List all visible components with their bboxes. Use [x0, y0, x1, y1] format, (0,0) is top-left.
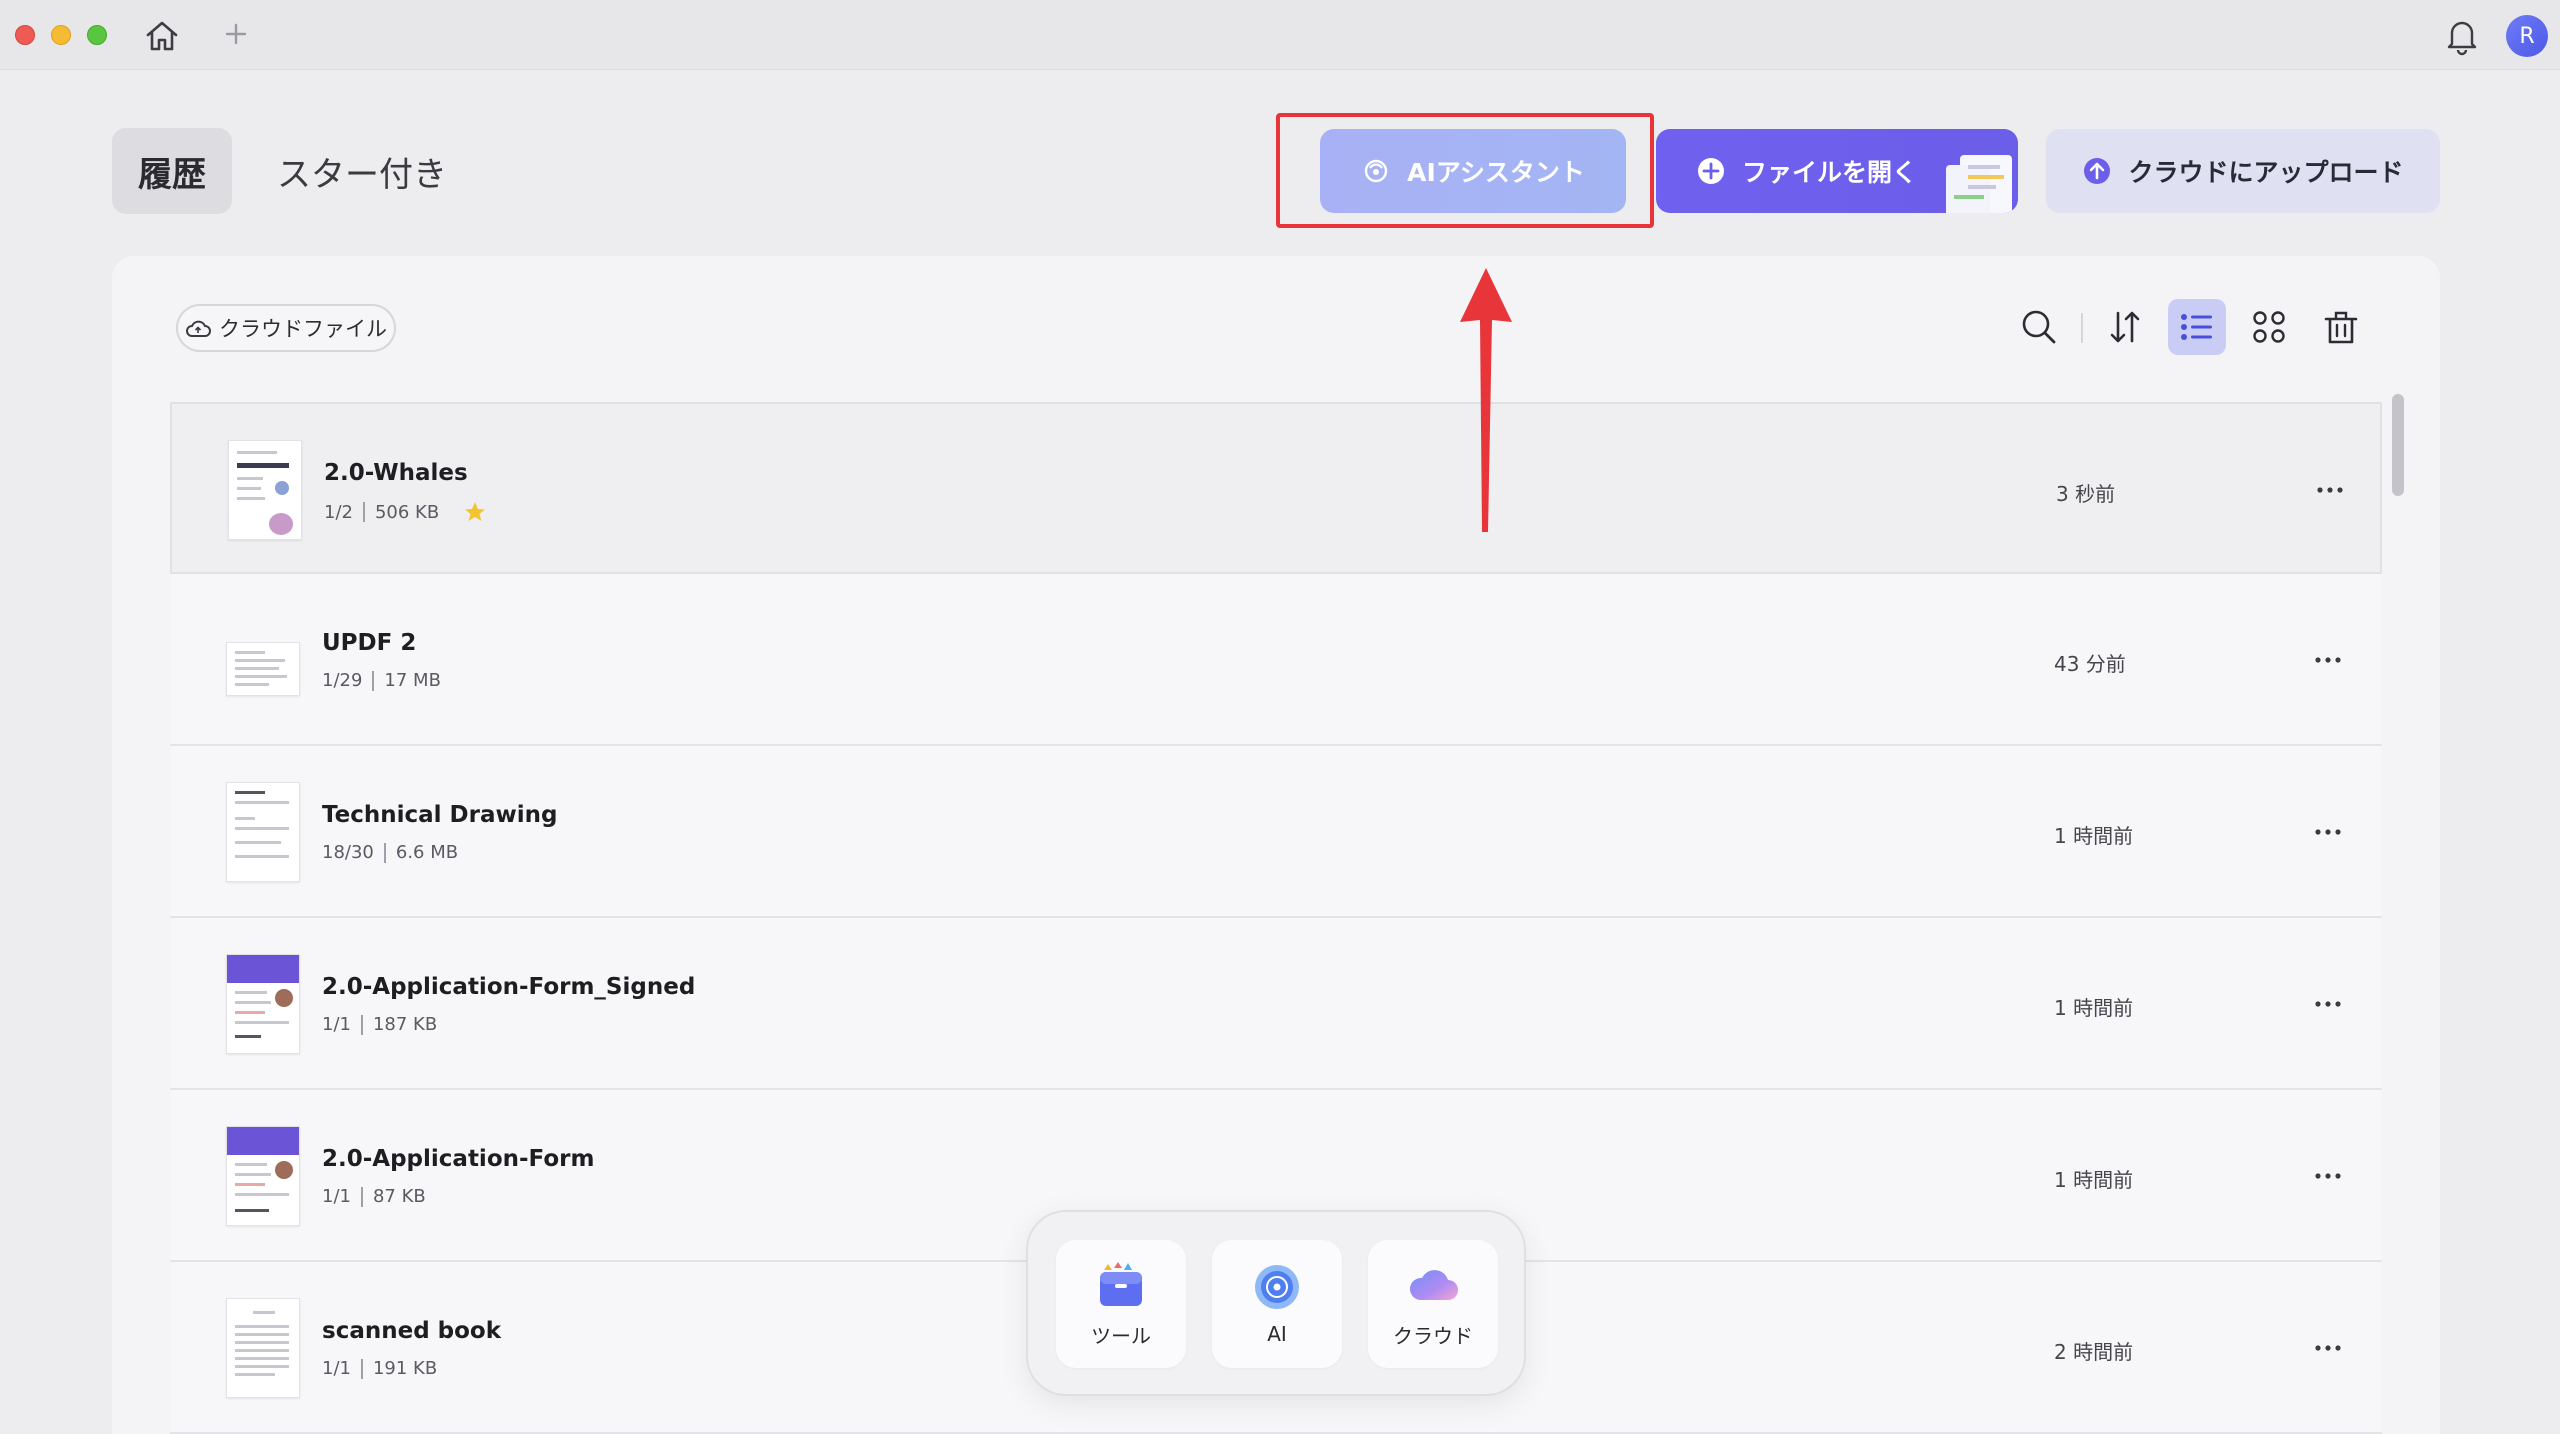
- toolbox-icon: [1100, 1261, 1142, 1306]
- documents-illustration-icon: [1946, 155, 2012, 213]
- file-modified-time: 1 時間前: [2054, 824, 2134, 848]
- file-thumbnail: [226, 1298, 300, 1398]
- upload-to-cloud-button[interactable]: クラウドにアップロード: [2046, 129, 2440, 213]
- file-pages: 1/1: [322, 1014, 351, 1035]
- meta-separator: [372, 670, 375, 691]
- file-size: 187 KB: [372, 1014, 438, 1035]
- close-window-button[interactable]: [15, 25, 35, 45]
- bell-icon[interactable]: [2444, 16, 2480, 56]
- tab-history[interactable]: 履歴: [112, 128, 232, 214]
- upload-arrow-icon: [2084, 158, 2111, 184]
- home-icon[interactable]: [142, 16, 182, 56]
- file-row[interactable]: Technical Drawing 18/30 6.6 MB 1 時間前: [170, 746, 2382, 918]
- file-pages: 1/1: [322, 1186, 351, 1207]
- file-modified-time: 3 秒前: [2056, 482, 2116, 506]
- file-name: 2.0-Application-Form_Signed: [322, 974, 696, 1000]
- meta-separator: [383, 842, 386, 863]
- red-arrow-annotation-icon: [1460, 268, 1512, 532]
- new-tab-plus-icon[interactable]: [222, 20, 250, 48]
- more-options-icon[interactable]: [2308, 476, 2352, 504]
- search-button[interactable]: [2014, 302, 2064, 352]
- search-icon: [2022, 310, 2056, 344]
- meta-separator: [360, 1014, 363, 1035]
- ai-orb-icon: [1255, 1265, 1299, 1309]
- file-meta: 18/30 6.6 MB: [322, 842, 458, 863]
- file-thumbnail: [226, 642, 300, 696]
- file-thumbnail: [228, 440, 302, 540]
- file-size: 17 MB: [384, 670, 441, 691]
- trash-icon: [2324, 311, 2358, 344]
- file-size: 87 KB: [372, 1186, 426, 1207]
- list-view-icon: [2181, 314, 2212, 340]
- file-size: 191 KB: [372, 1358, 438, 1379]
- tab-starred[interactable]: スター付き: [262, 128, 462, 214]
- file-row[interactable]: 2.0-Whales 1/2 506 KB 3 秒前: [170, 402, 2382, 574]
- file-row[interactable]: UPDF 2 1/29 17 MB 43 分前: [170, 574, 2382, 746]
- more-options-icon[interactable]: [2306, 818, 2350, 846]
- cloud-files-label: クラウドファイル: [219, 317, 387, 341]
- file-name: scanned book: [322, 1318, 502, 1344]
- file-name: Technical Drawing: [322, 802, 558, 828]
- file-modified-time: 1 時間前: [2054, 1168, 2134, 1192]
- open-file-label: ファイルを開く: [1742, 158, 1918, 187]
- file-size: 6.6 MB: [395, 842, 459, 863]
- trash-button[interactable]: [2316, 302, 2366, 352]
- file-modified-time: 2 時間前: [2054, 1340, 2134, 1364]
- file-pages: 18/30: [322, 842, 374, 863]
- toolbar-divider: [2081, 313, 2083, 343]
- star-icon[interactable]: [463, 500, 487, 524]
- file-pages: 1/2: [324, 501, 353, 523]
- file-meta: 1/1 191 KB: [322, 1358, 437, 1379]
- more-options-icon[interactable]: [2306, 1162, 2350, 1190]
- upload-to-cloud-label: クラウドにアップロード: [2128, 158, 2404, 187]
- scrollbar[interactable]: [2388, 392, 2406, 1434]
- title-bar: R: [0, 0, 2560, 70]
- cloud-icon: [1409, 1269, 1458, 1300]
- file-thumbnail: [226, 782, 300, 882]
- file-meta: 1/29 17 MB: [322, 670, 441, 691]
- cloud-files-filter-button[interactable]: クラウドファイル: [176, 304, 396, 352]
- meta-separator: [360, 1186, 363, 1207]
- file-modified-time: 43 分前: [2054, 652, 2126, 676]
- avatar[interactable]: R: [2506, 15, 2548, 57]
- more-options-icon[interactable]: [2306, 990, 2350, 1018]
- open-file-button[interactable]: ファイルを開く: [1656, 129, 2018, 213]
- file-meta: 1/1 187 KB: [322, 1014, 437, 1035]
- meta-separator: [362, 502, 365, 522]
- more-options-icon[interactable]: [2306, 646, 2350, 674]
- grid-view-button[interactable]: [2244, 302, 2294, 352]
- sort-icon: [2110, 311, 2140, 343]
- zoom-window-button[interactable]: [87, 25, 107, 45]
- dock-cloud-label: クラウド: [1393, 1323, 1473, 1348]
- file-meta: 1/1 87 KB: [322, 1186, 426, 1207]
- dock-cloud-button[interactable]: クラウド: [1368, 1240, 1498, 1368]
- dock-tools-button[interactable]: ツール: [1056, 1240, 1186, 1368]
- dock-ai-button[interactable]: AI: [1212, 1240, 1342, 1368]
- file-row[interactable]: 2.0-Application-Form_Signed 1/1 187 KB 1…: [170, 918, 2382, 1090]
- file-meta: 1/2 506 KB: [324, 500, 487, 524]
- floating-dock: ツール AI クラウド: [1026, 1210, 1526, 1396]
- more-options-icon[interactable]: [2306, 1334, 2350, 1362]
- scrollbar-thumb[interactable]: [2392, 394, 2404, 496]
- cloud-icon: [186, 320, 211, 337]
- meta-separator: [360, 1358, 363, 1379]
- file-name: 2.0-Whales: [324, 460, 468, 486]
- file-size: 506 KB: [374, 501, 440, 523]
- sort-button[interactable]: [2100, 302, 2150, 352]
- plus-circle-icon: [1698, 158, 1724, 184]
- file-pages: 1/29: [322, 670, 363, 691]
- highlight-annotation-box: [1276, 113, 1654, 228]
- file-thumbnail: [226, 954, 300, 1054]
- dock-ai-label: AI: [1267, 1322, 1287, 1346]
- dock-tools-label: ツール: [1091, 1323, 1151, 1348]
- file-modified-time: 1 時間前: [2054, 996, 2134, 1020]
- minimize-window-button[interactable]: [51, 25, 71, 45]
- file-name: 2.0-Application-Form: [322, 1146, 595, 1172]
- file-pages: 1/1: [322, 1358, 351, 1379]
- list-view-button[interactable]: [2168, 299, 2226, 355]
- file-thumbnail: [226, 1126, 300, 1226]
- grid-view-icon: [2253, 311, 2285, 343]
- file-name: UPDF 2: [322, 630, 417, 656]
